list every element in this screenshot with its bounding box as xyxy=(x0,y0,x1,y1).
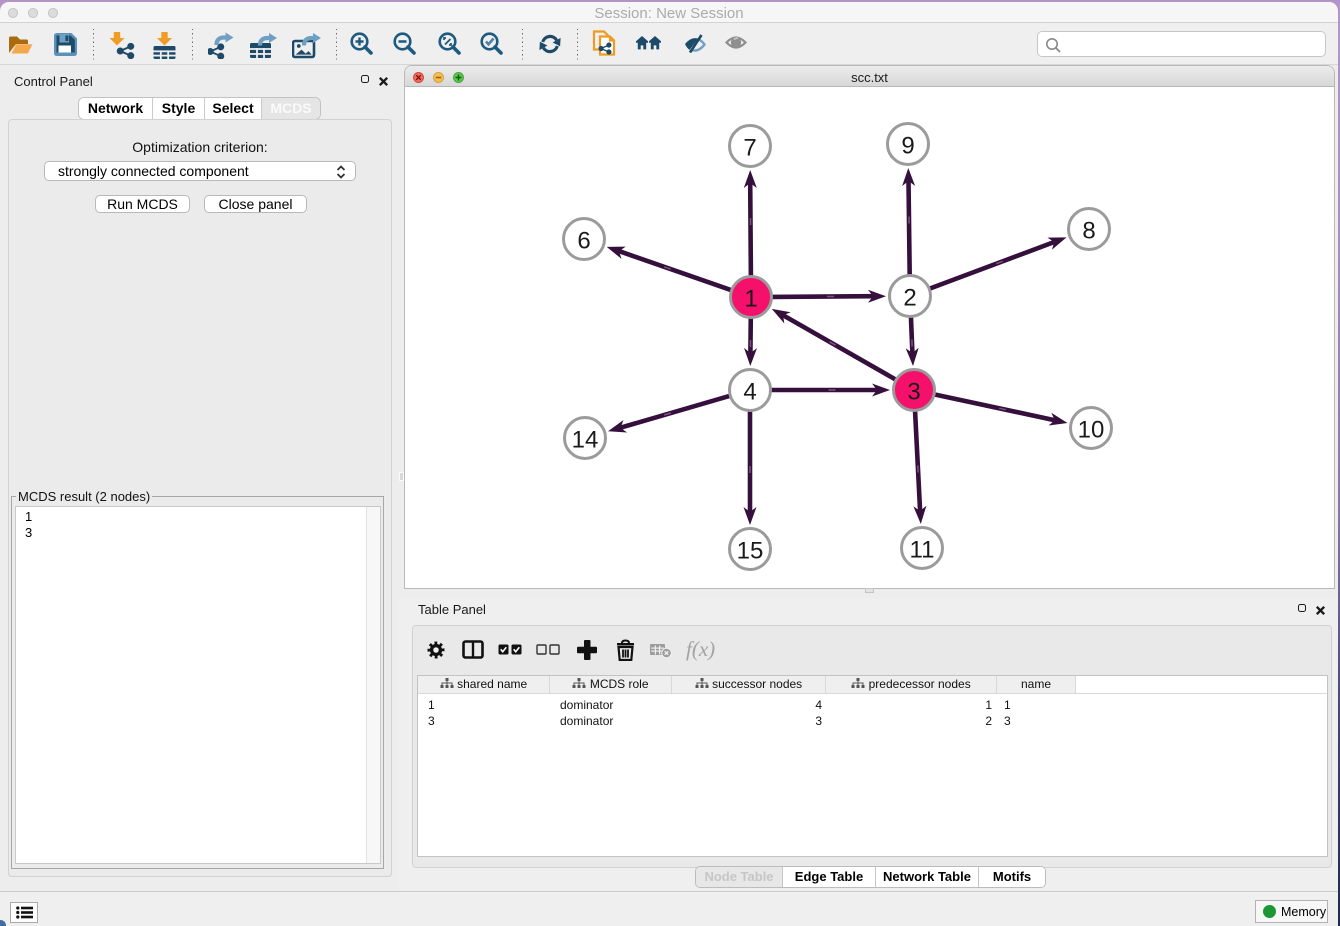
svg-text:15: 15 xyxy=(737,538,764,565)
svg-text:14: 14 xyxy=(572,427,599,454)
svg-text:11: 11 xyxy=(910,537,935,564)
svg-text:9: 9 xyxy=(901,133,914,160)
svg-text:10: 10 xyxy=(1078,417,1105,444)
svg-text:3: 3 xyxy=(907,379,920,406)
svg-text:4: 4 xyxy=(743,379,756,406)
svg-text:6: 6 xyxy=(577,228,590,255)
svg-text:8: 8 xyxy=(1082,218,1095,245)
svg-text:1: 1 xyxy=(744,286,757,313)
svg-text:2: 2 xyxy=(903,285,916,312)
svg-text:7: 7 xyxy=(743,135,756,162)
